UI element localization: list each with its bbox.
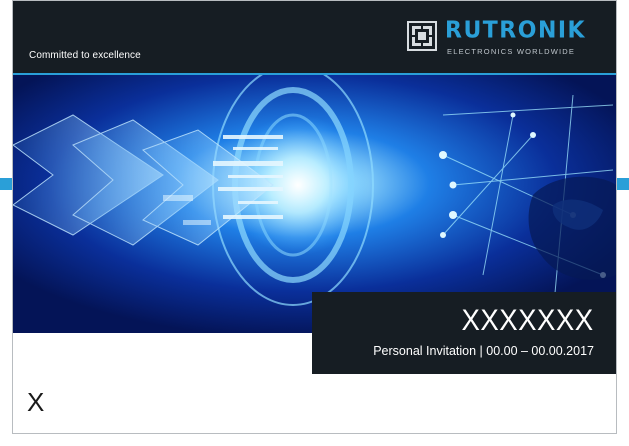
invitation-subtitle: Personal Invitation | 00.00 – 00.00.2017	[373, 344, 594, 358]
invitation-box: XXXXXXX Personal Invitation | 00.00 – 00…	[312, 292, 616, 374]
invitation-title: XXXXXXX	[461, 304, 594, 337]
logo-subline: ELECTRONICS WORLDWIDE	[447, 47, 576, 56]
body-text: X	[27, 387, 45, 417]
logo-wordmark: RUTRONIK	[445, 17, 587, 44]
header-bar: Committed to excellence RUTRONIK ELECTRO…	[13, 1, 616, 75]
logo-mark-icon	[407, 21, 437, 51]
tagline: Committed to excellence	[29, 50, 141, 61]
rutronik-logo: RUTRONIK ELECTRONICS WORLDWIDE	[407, 17, 597, 65]
invitation-card: Committed to excellence RUTRONIK ELECTRO…	[12, 0, 617, 434]
